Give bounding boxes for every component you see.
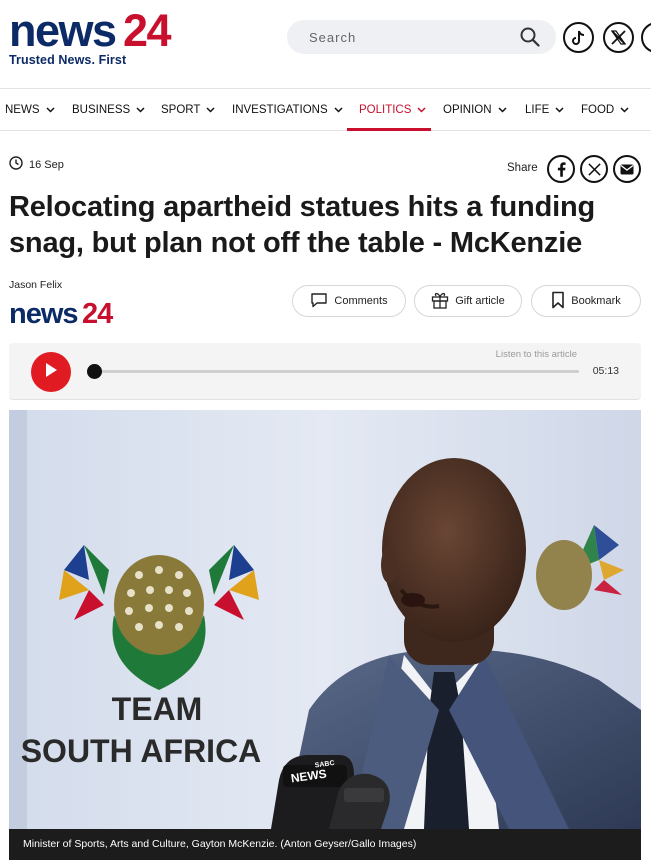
gift-icon (431, 291, 455, 312)
publisher-text-24: 24 (82, 298, 113, 328)
chevron-down-icon (620, 104, 629, 116)
play-button[interactable] (31, 352, 71, 392)
nav-item-investigations[interactable]: INVESTIGATIONS (232, 89, 343, 131)
chevron-down-icon (555, 104, 564, 116)
author-name[interactable]: Jason Felix (9, 279, 62, 291)
article-photo: TEAM SOUTH AFRICA NEWS SABC (9, 410, 641, 829)
nav-item-label: LIFE (525, 104, 550, 116)
chevron-down-icon (206, 104, 215, 116)
share-facebook-icon[interactable] (547, 155, 575, 183)
main-nav: NEWS BUSINESS SPORT INVESTIGATIONS POLIT… (0, 88, 651, 131)
news24-logo[interactable]: news 24 (9, 8, 181, 52)
nav-item-news[interactable]: NEWS (5, 89, 55, 131)
bookmark-button[interactable]: Bookmark (531, 285, 641, 317)
nav-item-label: POLITICS (359, 104, 412, 116)
chevron-down-icon (417, 104, 426, 116)
audio-player: Listen to this article 05:13 (9, 343, 641, 400)
search-box[interactable] (287, 20, 556, 54)
nav-item-label: INVESTIGATIONS (232, 104, 328, 116)
comments-button[interactable]: Comments (292, 285, 406, 317)
chevron-down-icon (45, 104, 55, 116)
publisher-logo: news 24 (9, 298, 119, 333)
nav-item-politics[interactable]: POLITICS (359, 89, 426, 131)
active-tab-indicator (347, 128, 431, 131)
audio-duration: 05:13 (592, 365, 619, 377)
site-header: news 24 Trusted News. First (0, 0, 651, 88)
bookmark-icon (551, 291, 571, 312)
comment-icon (310, 292, 334, 311)
x-icon[interactable] (603, 22, 634, 53)
gift-label: Gift article (455, 295, 505, 307)
play-icon (44, 362, 58, 383)
nav-item-label: NEWS (5, 104, 40, 116)
article-title: Relocating apartheid statues hits a fund… (9, 191, 595, 259)
listen-label: Listen to this article (495, 349, 577, 360)
search-input[interactable] (309, 20, 509, 54)
audio-progress-track[interactable] (95, 370, 579, 373)
nav-item-label: SPORT (161, 104, 201, 116)
bookmark-label: Bookmark (571, 295, 621, 307)
nav-item-business[interactable]: BUSINESS (72, 89, 145, 131)
search-icon[interactable] (520, 27, 540, 52)
gift-article-button[interactable]: Gift article (414, 285, 522, 317)
nav-item-opinion[interactable]: OPINION (443, 89, 507, 131)
nav-item-food[interactable]: FOOD (581, 89, 629, 131)
chevron-down-icon (334, 104, 343, 116)
banner-text-south-africa: SOUTH AFRICA (21, 733, 262, 769)
date-text: 16 Sep (29, 158, 64, 171)
comments-label: Comments (334, 295, 388, 307)
nav-item-label: OPINION (443, 104, 492, 116)
publish-date: 16 Sep (9, 156, 64, 173)
nav-item-label: BUSINESS (72, 104, 131, 116)
share-label: Share (507, 162, 538, 174)
tiktok-icon[interactable] (563, 22, 594, 53)
logo-text-news: news (9, 8, 116, 52)
audio-progress-handle[interactable] (87, 364, 102, 379)
facebook-icon[interactable] (641, 22, 651, 53)
banner-text-team: TEAM (112, 691, 203, 727)
tagline: Trusted News. First (9, 53, 127, 67)
chevron-down-icon (136, 104, 145, 116)
nav-item-sport[interactable]: SPORT (161, 89, 215, 131)
clock-icon (9, 156, 29, 173)
publisher-text-news: news (9, 298, 78, 328)
share-email-icon[interactable] (613, 155, 641, 183)
chevron-down-icon (498, 104, 507, 116)
nav-item-label: FOOD (581, 104, 615, 116)
photo-caption: Minister of Sports, Arts and Culture, Ga… (9, 829, 641, 860)
logo-text-24: 24 (123, 8, 172, 52)
nav-item-life[interactable]: LIFE (525, 89, 564, 131)
share-x-icon[interactable] (580, 155, 608, 183)
